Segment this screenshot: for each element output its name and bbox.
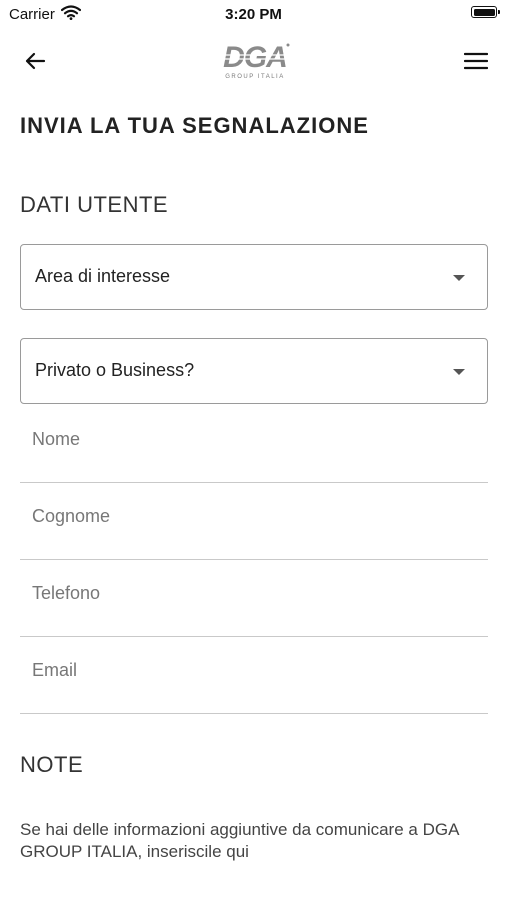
logo-subtext: GROUP ITALIA [225, 74, 284, 80]
back-button[interactable] [18, 44, 52, 78]
surname-field[interactable] [32, 502, 472, 530]
section-title-notes: NOTE [20, 752, 84, 777]
name-field[interactable] [32, 425, 472, 453]
battery-icon [471, 6, 500, 18]
area-select-value: Area di interesse [35, 266, 171, 286]
customer-type-select-value: Privato o Business? [35, 360, 195, 380]
hamburger-menu-icon [464, 52, 488, 70]
clock: 3:20 PM [225, 6, 282, 23]
surname-field-container [20, 484, 488, 560]
name-field-container [20, 407, 488, 483]
status-bar: Carrier 3:20 PM [0, 0, 507, 30]
notes-description: Se hai delle informazioni aggiuntive da … [20, 820, 459, 861]
company-logo: DGA GROUP ITALIA [217, 39, 293, 83]
menu-button[interactable] [459, 44, 493, 78]
phone-field[interactable] [32, 579, 472, 607]
email-field-container [20, 638, 488, 714]
phone-field-container [20, 561, 488, 637]
header: DGA GROUP ITALIA [0, 30, 507, 92]
customer-type-select[interactable]: Privato o Business? [20, 338, 488, 404]
arrow-left-icon [25, 52, 46, 70]
email-field[interactable] [32, 656, 472, 684]
caret-down-icon [453, 369, 465, 375]
caret-down-icon [453, 275, 465, 281]
area-select[interactable]: Area di interesse [20, 244, 488, 310]
page-title: INVIA LA TUA SEGNALAZIONE [20, 113, 369, 138]
logo-text: DGA [223, 41, 287, 74]
section-title-user-data: DATI UTENTE [20, 192, 169, 217]
